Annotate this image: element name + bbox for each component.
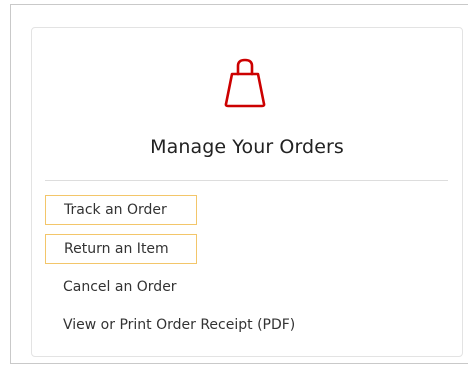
card-title: Manage Your Orders [150,136,344,158]
divider [45,180,448,181]
return-item-link[interactable]: Return an Item [45,234,197,264]
print-receipt-link[interactable]: View or Print Order Receipt (PDF) [45,311,365,341]
cancel-order-link[interactable]: Cancel an Order [45,273,245,303]
shopping-bag-icon [224,58,266,108]
track-order-link[interactable]: Track an Order [45,195,197,225]
